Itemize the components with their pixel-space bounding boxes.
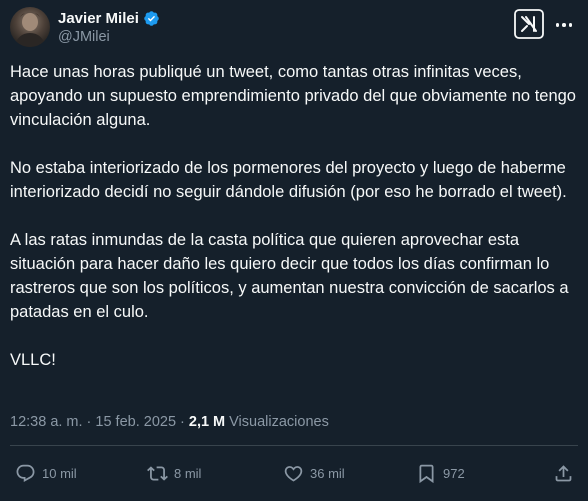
bookmark-count: 972 (443, 465, 465, 481)
share-button[interactable] (553, 460, 574, 486)
retweet-icon (147, 465, 168, 481)
action-bar: 10 mil 8 mil 36 mil 972 (10, 460, 574, 486)
retweet-count: 8 mil (174, 465, 202, 481)
verified-badge-icon[interactable] (143, 10, 160, 27)
tweet-paragraph: No estaba interiorizado de los pormenore… (10, 159, 567, 201)
like-count: 36 mil (310, 465, 345, 481)
divider (10, 445, 578, 446)
tweet-paragraph: A las ratas inmundas de la casta polític… (10, 231, 569, 321)
tweet-meta: 12:38 a. m. · 15 feb. 2025 · 2,1 M Visua… (10, 414, 329, 430)
tweet-header: Javier Milei @JMilei (10, 7, 574, 47)
share-icon (555, 464, 572, 481)
heart-icon (284, 465, 303, 482)
tweet-time[interactable]: 12:38 a. m. (10, 414, 83, 430)
grok-button[interactable] (514, 9, 544, 39)
tweet-card: Javier Milei @JMilei Hace unas horas pub… (0, 0, 588, 501)
tweet-text: Hace unas horas publiqué un tweet, como … (10, 60, 580, 372)
bookmark-icon (419, 464, 434, 483)
avatar[interactable] (10, 7, 50, 47)
bookmark-button[interactable]: 972 (416, 460, 465, 486)
tweet-date[interactable]: 15 feb. 2025 (95, 414, 176, 430)
more-dot-icon (568, 23, 573, 27)
author-handle[interactable]: @JMilei (58, 29, 110, 45)
retweet-button[interactable]: 8 mil (147, 460, 201, 486)
reply-icon (16, 464, 35, 482)
profile-photo-icon (14, 12, 46, 47)
views-count: 2,1 M (188, 414, 226, 430)
like-button[interactable]: 36 mil (283, 460, 345, 486)
more-dot-icon (555, 23, 560, 27)
tweet-paragraph: Hace unas horas publiqué un tweet, como … (10, 63, 576, 129)
author-name-line: Javier Milei (58, 10, 160, 27)
tweet-paragraph: VLLC! (10, 351, 56, 369)
reply-count: 10 mil (42, 465, 77, 481)
grok-icon (514, 9, 544, 39)
views-label: Visualizaciones (229, 414, 329, 430)
more-dot-icon (562, 23, 566, 27)
meta-separator: · (180, 414, 185, 430)
meta-separator: · (86, 414, 92, 430)
reply-button[interactable]: 10 mil (15, 460, 77, 486)
author-name[interactable]: Javier Milei (58, 10, 139, 27)
more-options-button[interactable] (554, 15, 574, 35)
